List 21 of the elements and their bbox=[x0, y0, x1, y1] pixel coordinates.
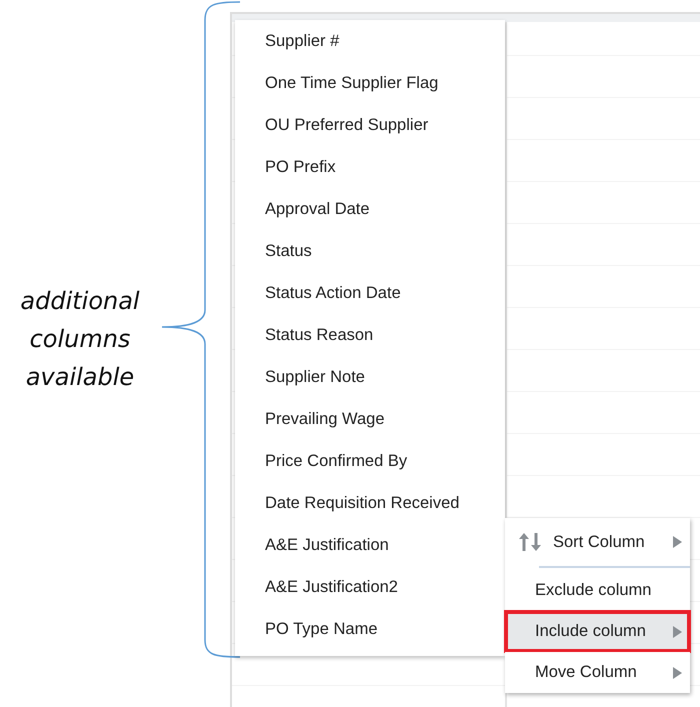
context-menu-item[interactable]: Exclude column bbox=[505, 570, 690, 611]
column-menu-item[interactable]: Date Requisition Received bbox=[235, 482, 505, 524]
column-menu-item[interactable]: Status Action Date bbox=[235, 272, 505, 314]
column-menu-item[interactable]: A&E Justification2 bbox=[235, 566, 505, 608]
sort-icon bbox=[517, 531, 543, 553]
column-menu-item[interactable]: Status Reason bbox=[235, 314, 505, 356]
column-menu-item[interactable]: PO Type Name bbox=[235, 608, 505, 650]
column-menu-item[interactable]: Approval Date bbox=[235, 188, 505, 230]
column-menu-item[interactable]: Status bbox=[235, 230, 505, 272]
column-menu-item[interactable]: PO Prefix bbox=[235, 146, 505, 188]
context-menu-item[interactable]: Sort Column bbox=[505, 518, 690, 566]
column-menu-item[interactable]: Supplier # bbox=[235, 20, 505, 62]
context-menu-item[interactable]: Include column bbox=[505, 611, 690, 652]
column-menu-item[interactable]: Supplier Note bbox=[235, 356, 505, 398]
column-menu-item[interactable]: Price Confirmed By bbox=[235, 440, 505, 482]
annotation-text: additional columns available bbox=[19, 286, 141, 392]
column-menu-item[interactable]: Prevailing Wage bbox=[235, 398, 505, 440]
column-menu-item[interactable]: A&E Justification bbox=[235, 524, 505, 566]
column-menu-item[interactable]: OU Preferred Supplier bbox=[235, 104, 505, 146]
column-menu-item[interactable]: One Time Supplier Flag bbox=[235, 62, 505, 104]
context-menu-item[interactable]: Move Column bbox=[505, 652, 690, 693]
